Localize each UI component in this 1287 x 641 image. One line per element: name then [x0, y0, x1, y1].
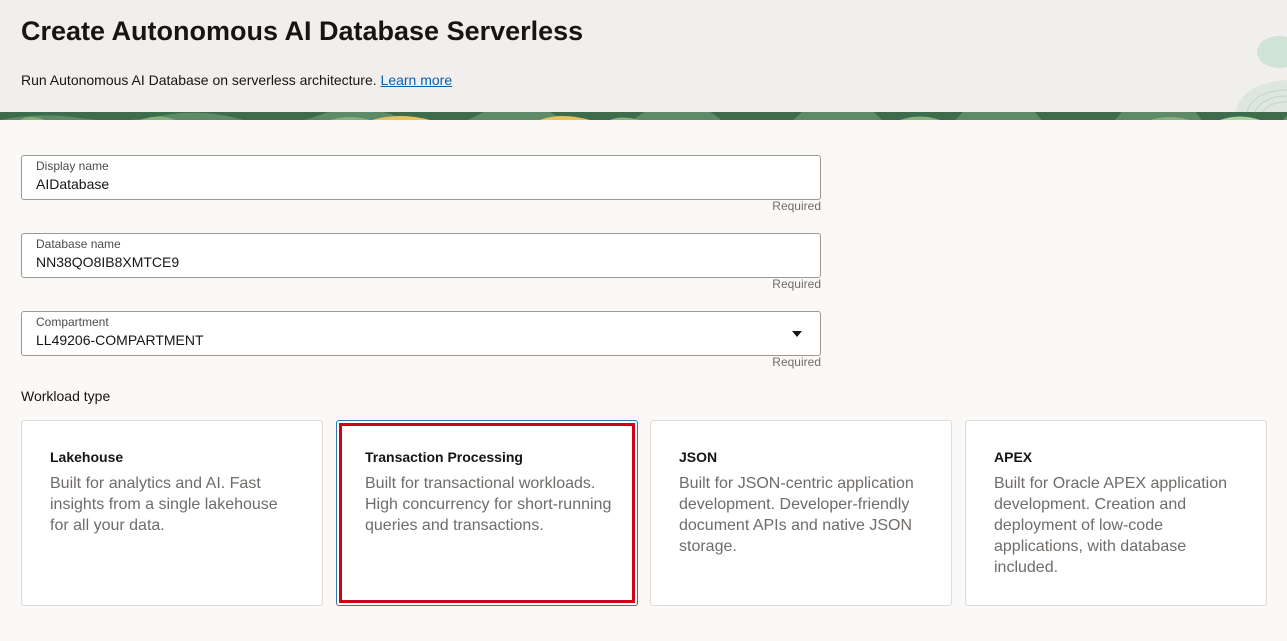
- database-name-required-hint: Required: [772, 277, 821, 291]
- page-header: Create Autonomous AI Database Serverless…: [0, 0, 1287, 112]
- compartment-select[interactable]: Compartment LL49206-COMPARTMENT: [21, 311, 821, 356]
- workload-card-json[interactable]: JSON Built for JSON-centric application …: [650, 420, 952, 606]
- workload-card-title: JSON: [679, 449, 718, 465]
- workload-card-apex[interactable]: APEX Built for Oracle APEX application d…: [965, 420, 1267, 606]
- display-name-field[interactable]: Display name AIDatabase: [21, 155, 821, 200]
- database-name-value[interactable]: NN38QO8IB8XMTCE9: [36, 254, 179, 271]
- workload-card-description: Built for Oracle APEX application develo…: [994, 475, 1228, 576]
- workload-card-title: APEX: [994, 449, 1033, 465]
- workload-card-title: Transaction Processing: [365, 449, 523, 465]
- workload-card-transaction-processing[interactable]: Transaction Processing Built for transac…: [336, 420, 638, 606]
- compartment-label: Compartment: [36, 315, 109, 329]
- page-subtitle: Run Autonomous AI Database on serverless…: [21, 71, 452, 89]
- workload-card-description: Built for transactional workloads. High …: [365, 475, 612, 534]
- workload-card-description: Built for analytics and AI. Fast insight…: [50, 475, 278, 534]
- database-name-field[interactable]: Database name NN38QO8IB8XMTCE9: [21, 233, 821, 278]
- compartment-required-hint: Required: [772, 355, 821, 369]
- banner-pattern: [0, 112, 1287, 120]
- display-name-value[interactable]: AIDatabase: [36, 176, 109, 193]
- workload-type-label: Workload type: [21, 388, 111, 404]
- display-name-required-hint: Required: [772, 199, 821, 213]
- display-name-label: Display name: [36, 159, 109, 173]
- subtitle-text: Run Autonomous AI Database on serverless…: [21, 72, 377, 88]
- workload-card-description: Built for JSON-centric application devel…: [679, 475, 914, 555]
- decorative-banner: [0, 112, 1287, 120]
- compartment-value: LL49206-COMPARTMENT: [36, 332, 204, 348]
- chevron-down-icon[interactable]: [792, 331, 802, 337]
- decorative-leaf-art: [1235, 36, 1287, 112]
- page-title: Create Autonomous AI Database Serverless: [21, 16, 584, 46]
- workload-card-lakehouse[interactable]: Lakehouse Built for analytics and AI. Fa…: [21, 420, 323, 606]
- database-name-label: Database name: [36, 237, 121, 251]
- learn-more-link[interactable]: Learn more: [381, 72, 453, 88]
- workload-card-title: Lakehouse: [50, 449, 124, 465]
